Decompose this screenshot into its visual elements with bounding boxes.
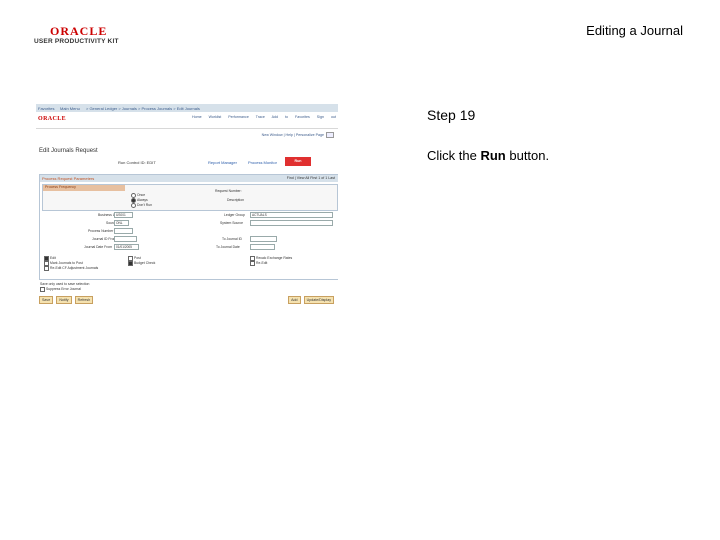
page-utility-links[interactable]: New Window | Help | Personalize Page	[262, 132, 334, 138]
add-button[interactable]: Add	[288, 296, 301, 304]
recalc-label: Recalc Exchange Rates	[256, 256, 293, 260]
favorites-link[interactable]: Favorites	[38, 106, 54, 111]
reedit-adjust-label: Re-Edit CF Adjustment Journals	[50, 266, 99, 270]
mark-post-label: Mark Journals to Post	[50, 261, 83, 265]
reedit-label: Re-Edit	[256, 261, 268, 265]
print-icon[interactable]	[326, 132, 334, 138]
system-source-label: System Source	[220, 221, 243, 225]
main-menu-link[interactable]: Main Menu	[60, 106, 80, 111]
process-request-panel: Process Request Parameters Find | View A…	[39, 174, 338, 280]
page-title: Edit Journals Request	[39, 148, 98, 154]
step-number: Step 19	[427, 107, 476, 123]
run-control-id: Run Control ID: EDIT	[118, 160, 156, 165]
footer-left-buttons: Save Notify Refresh	[39, 296, 95, 304]
header-nav-links[interactable]: Home Worklist Performance Trace Add to F…	[192, 115, 336, 119]
process-number-field[interactable]	[114, 228, 133, 234]
edit-label: Edit	[50, 256, 56, 260]
refresh-button[interactable]: Refresh	[74, 296, 94, 304]
journal-date-from-label: Journal Date From	[84, 245, 113, 249]
reedit-checkbox[interactable]	[250, 261, 255, 266]
business-unit-field[interactable]: US001	[114, 212, 133, 218]
ledger-group-label: Ledger Group	[224, 213, 245, 217]
instruction-suffix: button.	[505, 148, 550, 163]
system-source-select[interactable]	[250, 220, 333, 226]
suppress-error-label: Suppress Error Journal	[46, 287, 81, 291]
journal-id-from-label: Journal ID From	[92, 237, 117, 241]
process-frequency-title: Process Frequency	[43, 185, 125, 191]
reedit-adjust-checkbox[interactable]	[44, 266, 49, 271]
application-screenshot: Favorites Main Menu > General Ledger > J…	[36, 104, 338, 306]
instruction-prefix: Click the	[427, 148, 481, 163]
oracle-logo-text: ORACLE	[50, 24, 108, 38]
report-manager-link[interactable]: Report Manager	[208, 160, 237, 165]
freq-always-label: Always	[137, 198, 148, 202]
post-label: Post	[134, 256, 141, 260]
save-button[interactable]: Save	[39, 296, 54, 304]
freq-once-label: Once	[137, 193, 146, 197]
panel-navigation[interactable]: Find | View All First 1 of 1 Last	[287, 176, 335, 180]
to-journal-date-field[interactable]	[250, 244, 275, 250]
request-number-label: Request Number:	[215, 189, 242, 193]
budget-check-checkbox[interactable]	[128, 261, 133, 266]
panel-title: Process Request Parameters	[42, 176, 95, 181]
freq-dont-run-radio[interactable]	[131, 203, 136, 208]
update-display-button[interactable]: Update/Display	[303, 296, 334, 304]
to-journal-date-label: To Journal Date	[216, 245, 240, 249]
breadcrumb-path[interactable]: > General Ledger > Journals > Process Jo…	[86, 106, 200, 111]
journal-date-from-field[interactable]: 01/01/2005	[114, 244, 139, 250]
to-journal-id-label: To Journal ID	[222, 237, 242, 241]
to-journal-id-field[interactable]	[250, 236, 277, 242]
top-breadcrumb-bar: Favorites Main Menu > General Ledger > J…	[36, 104, 338, 112]
budget-check-label: Budget Check	[134, 261, 156, 265]
instruction-target: Run	[480, 148, 506, 163]
document-title: Editing a Journal	[586, 23, 683, 38]
process-monitor-link[interactable]: Process Monitor	[248, 160, 277, 165]
ledger-group-field[interactable]: ACTUALS	[250, 212, 333, 218]
run-button[interactable]: Run	[285, 157, 311, 166]
step-instruction: Click the Run button.	[427, 148, 549, 163]
process-frequency-group: Process Frequency Once Always Don't Run …	[42, 184, 338, 211]
suppress-error-checkbox[interactable]	[40, 287, 45, 292]
oracle-upk-logo: ORACLE USER PRODUCTIVITY KIT	[34, 24, 124, 46]
app-oracle-logo: ORACLE	[38, 116, 67, 122]
freq-dont-run-label: Don't Run	[137, 203, 152, 207]
description-label: Description	[227, 198, 244, 202]
panel-header: Process Request Parameters Find | View A…	[40, 175, 338, 182]
upk-logo-text: USER PRODUCTIVITY KIT	[34, 38, 119, 45]
journal-id-from-field[interactable]	[114, 236, 137, 242]
source-field[interactable]: ONL	[114, 220, 129, 226]
notify-button[interactable]: Notify	[56, 296, 72, 304]
new-window-link[interactable]: New Window | Help | Personalize Page	[262, 133, 324, 137]
footer-right-buttons: Add Update/Display	[288, 296, 336, 304]
app-header: ORACLE Home Worklist Performance Trace A…	[36, 112, 338, 129]
save-note: Save only used to save selection	[40, 282, 90, 286]
